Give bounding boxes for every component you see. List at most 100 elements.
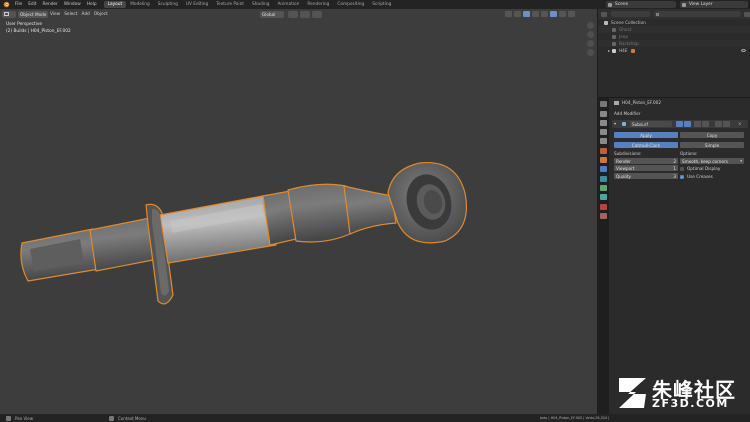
- outliner-row-label: H4E: [619, 48, 628, 53]
- quality-field[interactable]: Quality 3: [614, 173, 678, 179]
- add-modifier-button[interactable]: Add Modifier: [614, 111, 640, 116]
- workspace-tab-sculpting[interactable]: Sculpting: [154, 1, 182, 8]
- workspace-tab-shading[interactable]: Shading: [248, 1, 273, 8]
- scene-tab-icon[interactable]: [600, 138, 607, 145]
- expand-arrow-icon[interactable]: ▸: [608, 48, 610, 53]
- mouse-left-icon: [6, 415, 11, 421]
- menu-help[interactable]: Help: [84, 2, 100, 7]
- top-menu-bar: File Edit Render Window Help Layout Mode…: [0, 0, 750, 9]
- status-bar: Pan View Context Menu Jeep | H04_Piston_…: [0, 414, 750, 422]
- subsurf-modifier-icon: [622, 122, 626, 126]
- filter-icon[interactable]: [744, 11, 750, 17]
- menu-render[interactable]: Render: [40, 2, 61, 7]
- options-heading: Options:: [680, 151, 698, 156]
- material-tab-icon[interactable]: [600, 203, 607, 210]
- view-layer-tab-icon[interactable]: [600, 129, 607, 136]
- outliner-row-h4e[interactable]: ▸ H4E: [598, 47, 750, 54]
- remove-modifier-icon[interactable]: ×: [738, 121, 742, 126]
- physics-tab-icon[interactable]: [600, 184, 607, 191]
- collection-icon: [612, 41, 616, 46]
- menu-file[interactable]: File: [12, 2, 25, 7]
- catmull-clark-button[interactable]: Catmull-Clark: [614, 142, 678, 148]
- output-tab-icon[interactable]: [600, 119, 607, 126]
- outliner-header: [598, 9, 750, 19]
- use-creases-label: Use Creases: [687, 174, 713, 179]
- workspace-tab-layout[interactable]: Layout: [103, 1, 127, 8]
- viewport-levels-field[interactable]: Viewport 1: [614, 165, 678, 171]
- apply-button[interactable]: Apply: [614, 132, 678, 138]
- move-down-icon[interactable]: [723, 121, 730, 127]
- scene-icon: [608, 2, 612, 7]
- outliner-row-scene-collection[interactable]: Scene Collection: [598, 19, 750, 26]
- visibility-eye-icon[interactable]: [741, 49, 746, 52]
- properties-panel: H04_Piston_EF.002 Add Modifier ▾ Subsurf…: [598, 97, 750, 415]
- blender-logo-icon[interactable]: [2, 1, 10, 8]
- particles-tab-icon[interactable]: [600, 175, 607, 182]
- workspace-tab-modeling[interactable]: Modeling: [126, 1, 154, 8]
- watermark-subtitle: ZF3D.COM: [652, 397, 729, 410]
- world-tab-icon[interactable]: [600, 147, 607, 154]
- show-render-toggle[interactable]: [676, 121, 683, 127]
- modifier-name-field[interactable]: Subsurf: [630, 121, 672, 127]
- outliner-panel: Scene Collection Ghost Jeep Backdrop ▸ H…: [598, 9, 750, 97]
- search-icon: [656, 12, 660, 16]
- properties-tabs: [598, 98, 609, 415]
- subdivisions-heading: Subdivisions:: [614, 151, 642, 156]
- scene-label: Scene: [615, 2, 629, 7]
- mouse-right-icon: [108, 415, 114, 421]
- object-name-row: H04_Piston_EF.002: [614, 100, 661, 105]
- outliner-editor-icon[interactable]: [601, 11, 607, 17]
- workspace-tab-texture-paint[interactable]: Texture Paint: [212, 1, 248, 8]
- outliner-root-label: Scene Collection: [611, 20, 646, 25]
- zf3d-logo-icon: [619, 378, 646, 408]
- modifier-collapse-icon[interactable]: ▾: [614, 121, 616, 126]
- options-label: Options:: [680, 151, 698, 156]
- checkbox-icon: [680, 166, 684, 171]
- outliner-search-input[interactable]: [654, 11, 742, 17]
- collection-icon: [612, 48, 617, 53]
- move-up-icon[interactable]: [715, 121, 722, 127]
- viewport-levels-value: 1: [673, 165, 676, 171]
- 3d-viewport[interactable]: Object Mode View Select Add Object Globa…: [0, 9, 597, 414]
- outliner-row-ghost[interactable]: Ghost: [598, 26, 750, 33]
- modifier-tab-icon[interactable]: [600, 166, 607, 173]
- show-editmode-toggle[interactable]: [694, 121, 701, 127]
- status-left-text: Pan View: [15, 415, 33, 421]
- view-layer-label: View Layer: [689, 2, 713, 7]
- simple-button[interactable]: Simple: [680, 142, 744, 148]
- optimal-display-checkbox[interactable]: Optimal Display: [680, 166, 720, 171]
- scene-selector[interactable]: Scene: [606, 1, 676, 8]
- optimal-display-label: Optimal Display: [687, 166, 721, 171]
- subdivisions-label: Subdivisions:: [614, 151, 642, 156]
- menu-edit[interactable]: Edit: [25, 2, 39, 7]
- use-creases-checkbox[interactable]: ✓ Use Creases: [680, 174, 713, 179]
- viewport-levels-label: Viewport: [616, 165, 635, 171]
- copy-button[interactable]: Copy: [680, 132, 744, 138]
- workspace-tab-uv-editing[interactable]: UV Editing: [182, 1, 212, 8]
- workspace-tab-scripting[interactable]: Scripting: [368, 1, 395, 8]
- tool-tab-icon[interactable]: [600, 101, 607, 108]
- menu-window[interactable]: Window: [61, 2, 84, 7]
- outliner-row-backdrop[interactable]: Backdrop: [598, 40, 750, 47]
- chevron-down-icon: ▾: [740, 159, 742, 163]
- render-levels-field[interactable]: Render 2: [614, 158, 678, 164]
- apply-label: Apply: [640, 132, 652, 138]
- show-cage-toggle[interactable]: [702, 121, 709, 127]
- texture-tab-icon[interactable]: [600, 212, 607, 219]
- show-viewport-toggle[interactable]: [684, 121, 691, 127]
- constraints-tab-icon[interactable]: [600, 194, 607, 201]
- uv-smooth-value: Smooth, keep corners: [682, 158, 728, 164]
- view-layer-icon: [682, 2, 686, 7]
- uv-smooth-dropdown[interactable]: Smooth, keep corners ▾: [680, 158, 744, 164]
- workspace-tab-animation[interactable]: Animation: [273, 1, 303, 8]
- view-layer-selector[interactable]: View Layer: [680, 1, 748, 8]
- collection-icon: [612, 34, 616, 39]
- workspace-tab-compositing[interactable]: Compositing: [333, 1, 368, 8]
- outliner-display-mode[interactable]: [610, 11, 651, 17]
- render-tab-icon[interactable]: [600, 110, 607, 117]
- piston-model[interactable]: [0, 9, 597, 414]
- outliner-row-jeep[interactable]: Jeep: [598, 33, 750, 40]
- workspace-tab-rendering[interactable]: Rendering: [303, 1, 333, 8]
- object-tab-icon[interactable]: [600, 157, 607, 164]
- render-levels-label: Render: [616, 158, 631, 164]
